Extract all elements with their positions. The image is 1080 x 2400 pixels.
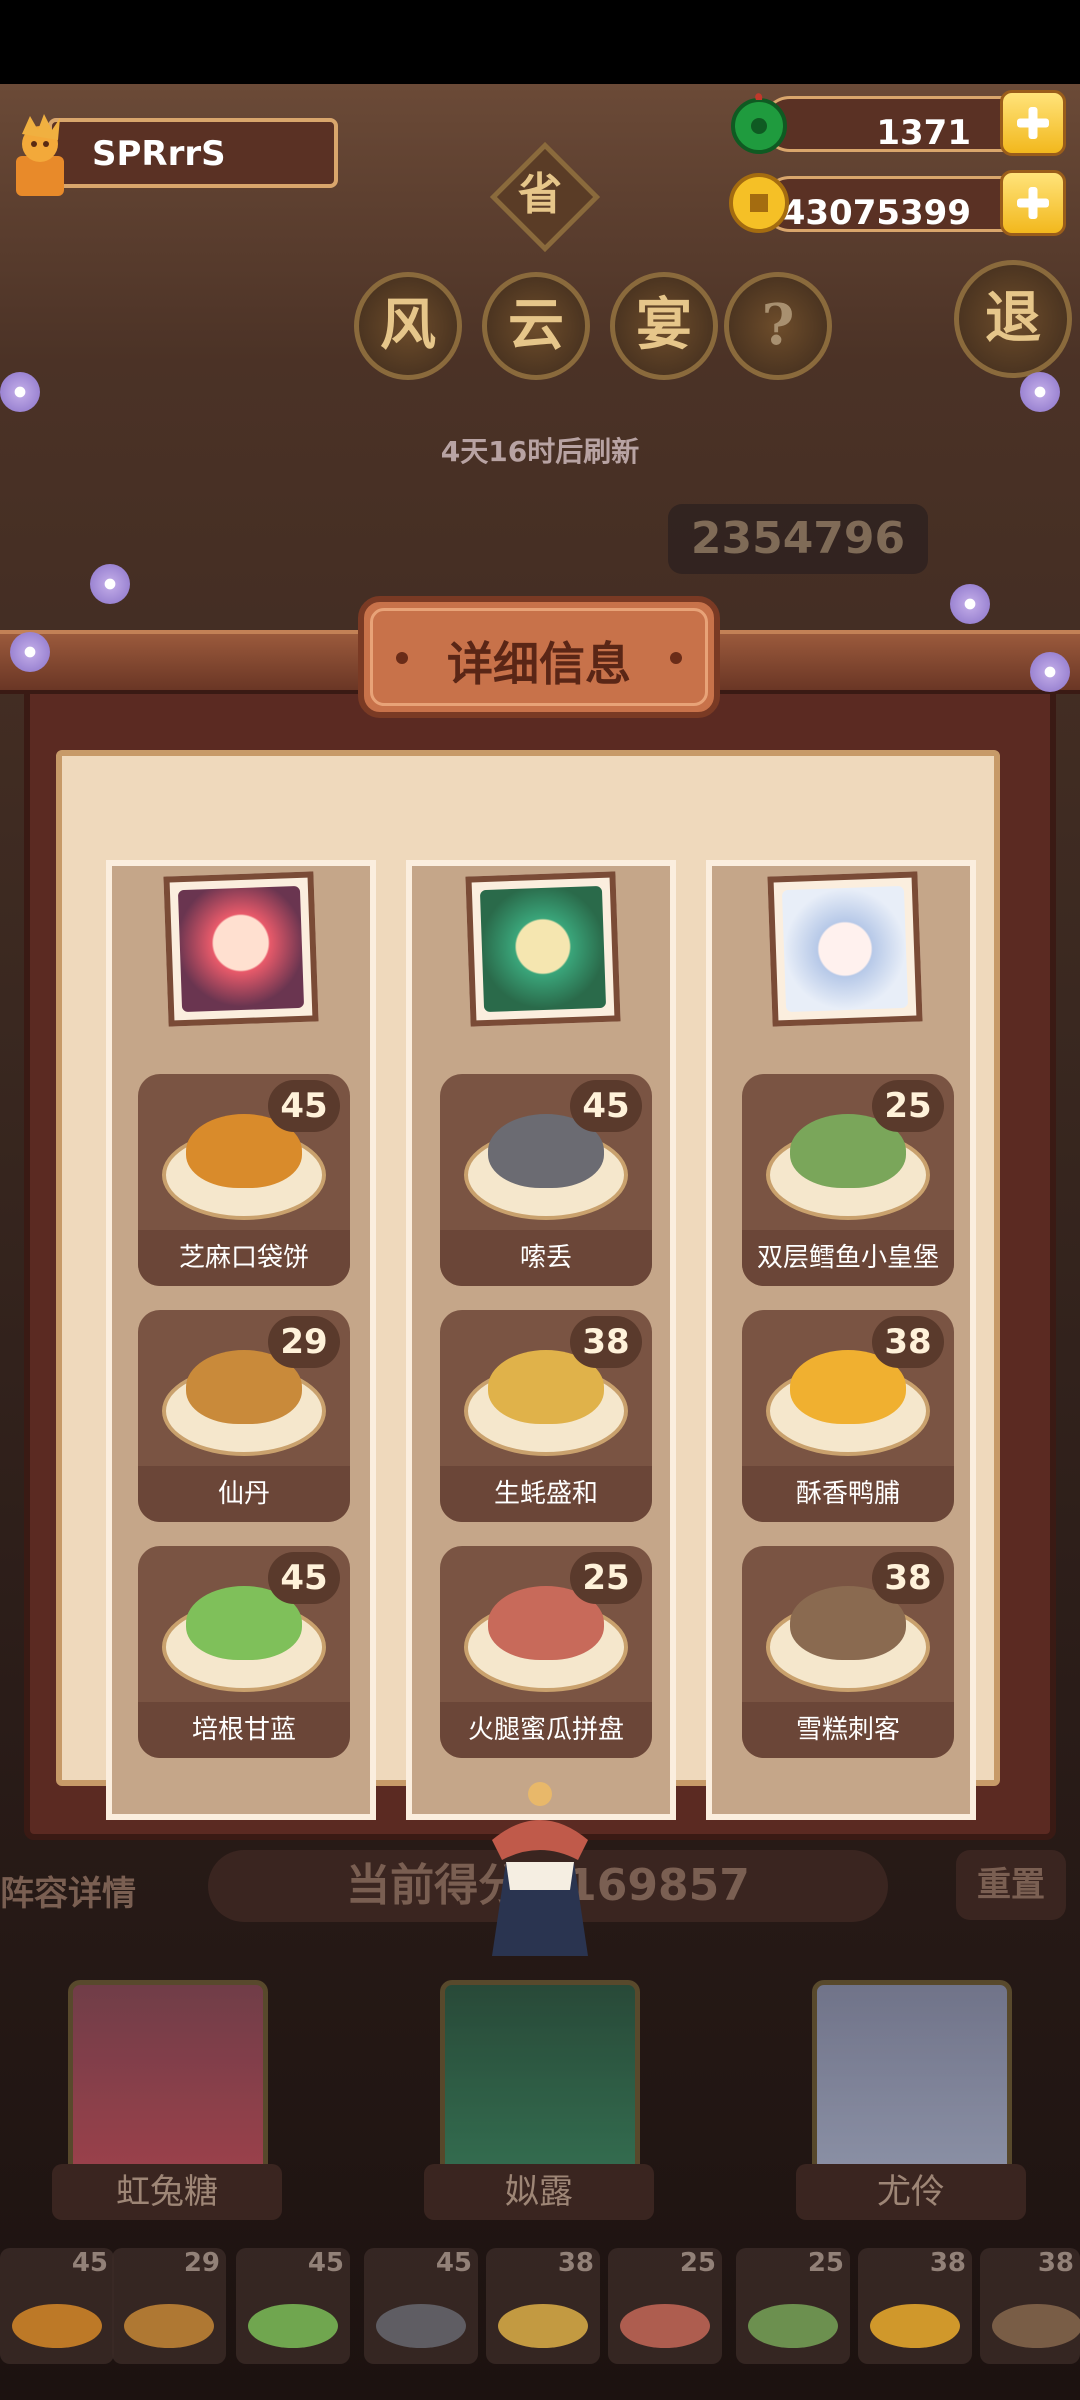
reset-button[interactable]: 重置: [956, 1850, 1066, 1920]
dish-score: 38: [570, 1316, 642, 1368]
jade-icon: [731, 93, 787, 154]
dish-card[interactable]: 25 火腿蜜瓜拼盘: [440, 1546, 652, 1758]
dish-strip-item[interactable]: 25: [736, 2248, 850, 2364]
dish-score: 25: [872, 1080, 944, 1132]
refresh-timer: 4天16时后刷新: [440, 435, 640, 468]
flower-icon: [10, 632, 50, 672]
player-name-bar: SPRrrS: [48, 118, 338, 188]
dish-name: 火腿蜜瓜拼盘: [440, 1702, 652, 1758]
character-card-1[interactable]: [68, 1980, 268, 2176]
dish-card[interactable]: 45 嗦丢: [440, 1074, 652, 1286]
province-label: 省: [518, 169, 562, 220]
add-coin-button[interactable]: [1000, 170, 1066, 236]
dish-score: 38: [872, 1552, 944, 1604]
character-name-3: 尤伶: [796, 2164, 1026, 2220]
dish-score: 45: [570, 1080, 642, 1132]
dish-icon: [992, 2304, 1080, 2348]
dish-card[interactable]: 25 双层鳕鱼小皇堡: [742, 1074, 954, 1286]
dish-score: 45: [268, 1080, 340, 1132]
dish-strip-item[interactable]: 38: [858, 2248, 972, 2364]
player-name: SPRrrS: [92, 134, 226, 174]
title-char-feng: 风: [354, 272, 462, 380]
dish-name: 芝麻口袋饼: [138, 1230, 350, 1286]
dish-name: 双层鳕鱼小皇堡: [742, 1230, 954, 1286]
dish-strip-item[interactable]: 38: [980, 2248, 1080, 2364]
lineup-details-tab[interactable]: 阵容详情: [0, 1866, 136, 1915]
dish-score: 25: [570, 1552, 642, 1604]
dish-icon: [870, 2304, 960, 2348]
dish-icon: [620, 2304, 710, 2348]
dish-strip-item[interactable]: 25: [608, 2248, 722, 2364]
tassel-knot-icon[interactable]: [482, 1780, 598, 1970]
character-card-2[interactable]: [440, 1980, 640, 2176]
exit-button[interactable]: 退: [954, 260, 1072, 378]
dish-name: 培根甘蓝: [138, 1702, 350, 1758]
add-jade-button[interactable]: [1000, 90, 1066, 156]
character-portrait-1[interactable]: [163, 871, 319, 1027]
coin-currency: 43075399: [726, 170, 1066, 236]
dish-strip-item[interactable]: 45: [236, 2248, 350, 2364]
dish-icon: [12, 2304, 102, 2348]
coin-amount: 43075399: [781, 193, 971, 233]
dish-strip-item[interactable]: 45: [0, 2248, 114, 2364]
dish-icon: [376, 2304, 466, 2348]
character-name-1: 虹兔糖: [52, 2164, 282, 2220]
player-avatar-icon[interactable]: [8, 110, 72, 200]
help-button[interactable]: ?: [724, 272, 832, 380]
character-name-2: 姒露: [424, 2164, 654, 2220]
dish-score: 29: [268, 1316, 340, 1368]
dish-strip-item[interactable]: 45: [364, 2248, 478, 2364]
flower-icon: [950, 584, 990, 624]
flower-icon: [0, 372, 40, 412]
dish-name: 生蚝盛和: [440, 1466, 652, 1522]
dish-icon: [124, 2304, 214, 2348]
panel-title-plate: 详细信息: [358, 596, 720, 718]
flower-icon: [1030, 652, 1070, 692]
dish-name: 雪糕刺客: [742, 1702, 954, 1758]
dish-icon: [498, 2304, 588, 2348]
dish-strip-item[interactable]: 38: [486, 2248, 600, 2364]
dish-card[interactable]: 45 芝麻口袋饼: [138, 1074, 350, 1286]
coin-icon: [729, 173, 789, 233]
title-char-yun: 云: [482, 272, 590, 380]
game-screen: SPRrrS 1371 43075399 省 风 云 宴 ? 退 4天16时后刷…: [0, 84, 1080, 2400]
dish-card[interactable]: 38 雪糕刺客: [742, 1546, 954, 1758]
player-info[interactable]: SPRrrS: [8, 110, 342, 196]
top-score: 2354796: [668, 504, 928, 574]
jade-currency: 1371: [726, 90, 1066, 156]
character-card-3[interactable]: [812, 1980, 1012, 2176]
dish-icon: [748, 2304, 838, 2348]
dish-icon: [248, 2304, 338, 2348]
province-badge[interactable]: 省: [489, 141, 601, 253]
dish-card[interactable]: 45 培根甘蓝: [138, 1546, 350, 1758]
dish-score: 38: [872, 1316, 944, 1368]
dish-card[interactable]: 38 生蚝盛和: [440, 1310, 652, 1522]
dish-strip-item[interactable]: 29: [112, 2248, 226, 2364]
dish-name: 仙丹: [138, 1466, 350, 1522]
dish-card[interactable]: 38 酥香鸭脯: [742, 1310, 954, 1522]
dish-score: 45: [268, 1552, 340, 1604]
character-portrait-2[interactable]: [465, 871, 621, 1027]
character-portrait-3[interactable]: [767, 871, 923, 1027]
flower-icon: [90, 564, 130, 604]
dish-name: 嗦丢: [440, 1230, 652, 1286]
title-char-yan: 宴: [610, 272, 718, 380]
dish-card[interactable]: 29 仙丹: [138, 1310, 350, 1522]
dish-name: 酥香鸭脯: [742, 1466, 954, 1522]
panel-title: 详细信息: [447, 637, 631, 691]
flower-icon: [1020, 372, 1060, 412]
jade-amount: 1371: [876, 113, 971, 153]
